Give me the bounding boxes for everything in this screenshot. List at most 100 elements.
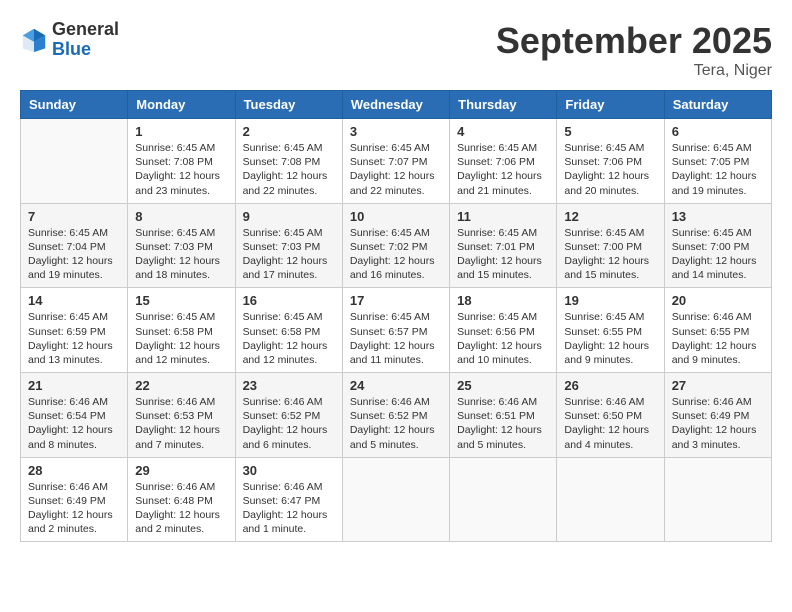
day-info: Sunrise: 6:45 AM Sunset: 7:05 PM Dayligh… (672, 141, 764, 198)
calendar-day-cell: 5 Sunrise: 6:45 AM Sunset: 7:06 PM Daylig… (557, 119, 664, 204)
day-number: 27 (672, 378, 764, 393)
day-info: Sunrise: 6:45 AM Sunset: 7:04 PM Dayligh… (28, 226, 120, 283)
calendar-week-row: 21 Sunrise: 6:46 AM Sunset: 6:54 PM Dayli… (21, 373, 772, 458)
day-info: Sunrise: 6:45 AM Sunset: 6:59 PM Dayligh… (28, 310, 120, 367)
day-info: Sunrise: 6:45 AM Sunset: 7:03 PM Dayligh… (243, 226, 335, 283)
calendar-day-cell: 9 Sunrise: 6:45 AM Sunset: 7:03 PM Daylig… (235, 203, 342, 288)
calendar-day-cell: 8 Sunrise: 6:45 AM Sunset: 7:03 PM Daylig… (128, 203, 235, 288)
day-number: 12 (564, 209, 656, 224)
day-info: Sunrise: 6:45 AM Sunset: 7:00 PM Dayligh… (564, 226, 656, 283)
day-number: 23 (243, 378, 335, 393)
calendar-day-cell: 21 Sunrise: 6:46 AM Sunset: 6:54 PM Dayli… (21, 373, 128, 458)
calendar-day-cell: 11 Sunrise: 6:45 AM Sunset: 7:01 PM Dayli… (450, 203, 557, 288)
day-info: Sunrise: 6:46 AM Sunset: 6:49 PM Dayligh… (672, 395, 764, 452)
calendar-day-cell: 16Sunrise: 6:45 AM Sunset: 6:58 PM Dayli… (235, 288, 342, 373)
day-number: 29 (135, 463, 227, 478)
logo-text: General Blue (52, 20, 119, 60)
calendar-day-cell: 14Sunrise: 6:45 AM Sunset: 6:59 PM Dayli… (21, 288, 128, 373)
day-info: Sunrise: 6:46 AM Sunset: 6:54 PM Dayligh… (28, 395, 120, 452)
calendar-day-cell: 3Sunrise: 6:45 AM Sunset: 7:07 PM Daylig… (342, 119, 449, 204)
calendar-day-cell: 26Sunrise: 6:46 AM Sunset: 6:50 PM Dayli… (557, 373, 664, 458)
day-info: Sunrise: 6:45 AM Sunset: 6:57 PM Dayligh… (350, 310, 442, 367)
day-info: Sunrise: 6:46 AM Sunset: 6:53 PM Dayligh… (135, 395, 227, 452)
calendar-week-row: 14Sunrise: 6:45 AM Sunset: 6:59 PM Dayli… (21, 288, 772, 373)
calendar-day-cell: 7 Sunrise: 6:45 AM Sunset: 7:04 PM Daylig… (21, 203, 128, 288)
day-info: Sunrise: 6:45 AM Sunset: 7:08 PM Dayligh… (135, 141, 227, 198)
day-number: 15 (135, 293, 227, 308)
logo: General Blue (20, 20, 119, 60)
day-info: Sunrise: 6:46 AM Sunset: 6:52 PM Dayligh… (243, 395, 335, 452)
day-info: Sunrise: 6:46 AM Sunset: 6:52 PM Dayligh… (350, 395, 442, 452)
day-info: Sunrise: 6:46 AM Sunset: 6:51 PM Dayligh… (457, 395, 549, 452)
day-number: 17 (350, 293, 442, 308)
day-info: Sunrise: 6:45 AM Sunset: 6:55 PM Dayligh… (564, 310, 656, 367)
logo-general: General (52, 20, 119, 40)
day-number: 8 (135, 209, 227, 224)
calendar-day-cell: 12 Sunrise: 6:45 AM Sunset: 7:00 PM Dayli… (557, 203, 664, 288)
day-of-week-header: Thursday (450, 91, 557, 119)
day-number: 18 (457, 293, 549, 308)
day-number: 24 (350, 378, 442, 393)
day-info: Sunrise: 6:45 AM Sunset: 7:00 PM Dayligh… (672, 226, 764, 283)
page-header: General Blue September 2025 Tera, Niger (20, 20, 772, 80)
calendar-day-cell: 4 Sunrise: 6:45 AM Sunset: 7:06 PM Daylig… (450, 119, 557, 204)
day-of-week-header: Friday (557, 91, 664, 119)
location-title: Tera, Niger (496, 62, 772, 80)
day-info: Sunrise: 6:45 AM Sunset: 7:06 PM Dayligh… (457, 141, 549, 198)
day-of-week-header: Sunday (21, 91, 128, 119)
calendar-day-cell: 1Sunrise: 6:45 AM Sunset: 7:08 PM Daylig… (128, 119, 235, 204)
month-title: September 2025 (496, 20, 772, 62)
calendar-day-cell: 23 Sunrise: 6:46 AM Sunset: 6:52 PM Dayli… (235, 373, 342, 458)
day-info: Sunrise: 6:46 AM Sunset: 6:49 PM Dayligh… (28, 480, 120, 537)
day-info: Sunrise: 6:45 AM Sunset: 7:01 PM Dayligh… (457, 226, 549, 283)
day-number: 22 (135, 378, 227, 393)
calendar-day-cell: 10Sunrise: 6:45 AM Sunset: 7:02 PM Dayli… (342, 203, 449, 288)
calendar-header-row: SundayMondayTuesdayWednesdayThursdayFrid… (21, 91, 772, 119)
calendar-week-row: 7 Sunrise: 6:45 AM Sunset: 7:04 PM Daylig… (21, 203, 772, 288)
calendar-day-cell: 25 Sunrise: 6:46 AM Sunset: 6:51 PM Dayli… (450, 373, 557, 458)
day-info: Sunrise: 6:46 AM Sunset: 6:47 PM Dayligh… (243, 480, 335, 537)
day-info: Sunrise: 6:45 AM Sunset: 7:08 PM Dayligh… (243, 141, 335, 198)
calendar-day-cell (557, 457, 664, 542)
calendar-day-cell: 30Sunrise: 6:46 AM Sunset: 6:47 PM Dayli… (235, 457, 342, 542)
calendar-day-cell: 18 Sunrise: 6:45 AM Sunset: 6:56 PM Dayli… (450, 288, 557, 373)
day-info: Sunrise: 6:45 AM Sunset: 6:58 PM Dayligh… (135, 310, 227, 367)
day-info: Sunrise: 6:45 AM Sunset: 6:56 PM Dayligh… (457, 310, 549, 367)
day-number: 2 (243, 124, 335, 139)
calendar-day-cell (664, 457, 771, 542)
day-number: 11 (457, 209, 549, 224)
day-info: Sunrise: 6:45 AM Sunset: 7:06 PM Dayligh… (564, 141, 656, 198)
calendar-day-cell: 27 Sunrise: 6:46 AM Sunset: 6:49 PM Dayli… (664, 373, 771, 458)
title-area: September 2025 Tera, Niger (496, 20, 772, 80)
calendar-day-cell (450, 457, 557, 542)
day-of-week-header: Wednesday (342, 91, 449, 119)
day-number: 21 (28, 378, 120, 393)
day-number: 16 (243, 293, 335, 308)
calendar-day-cell: 29Sunrise: 6:46 AM Sunset: 6:48 PM Dayli… (128, 457, 235, 542)
calendar-day-cell: 17 Sunrise: 6:45 AM Sunset: 6:57 PM Dayli… (342, 288, 449, 373)
day-number: 4 (457, 124, 549, 139)
calendar-day-cell: 20 Sunrise: 6:46 AM Sunset: 6:55 PM Dayli… (664, 288, 771, 373)
calendar-table: SundayMondayTuesdayWednesdayThursdayFrid… (20, 90, 772, 542)
day-number: 25 (457, 378, 549, 393)
day-info: Sunrise: 6:45 AM Sunset: 7:03 PM Dayligh… (135, 226, 227, 283)
calendar-day-cell: 2 Sunrise: 6:45 AM Sunset: 7:08 PM Daylig… (235, 119, 342, 204)
calendar-week-row: 28Sunrise: 6:46 AM Sunset: 6:49 PM Dayli… (21, 457, 772, 542)
day-info: Sunrise: 6:46 AM Sunset: 6:55 PM Dayligh… (672, 310, 764, 367)
calendar-day-cell: 28Sunrise: 6:46 AM Sunset: 6:49 PM Dayli… (21, 457, 128, 542)
day-number: 7 (28, 209, 120, 224)
day-number: 20 (672, 293, 764, 308)
day-number: 3 (350, 124, 442, 139)
day-number: 9 (243, 209, 335, 224)
logo-icon (20, 26, 48, 54)
calendar-day-cell (342, 457, 449, 542)
day-info: Sunrise: 6:45 AM Sunset: 7:02 PM Dayligh… (350, 226, 442, 283)
day-number: 5 (564, 124, 656, 139)
day-of-week-header: Monday (128, 91, 235, 119)
calendar-day-cell: 13Sunrise: 6:45 AM Sunset: 7:00 PM Dayli… (664, 203, 771, 288)
calendar-day-cell: 15 Sunrise: 6:45 AM Sunset: 6:58 PM Dayli… (128, 288, 235, 373)
day-info: Sunrise: 6:46 AM Sunset: 6:50 PM Dayligh… (564, 395, 656, 452)
day-number: 19 (564, 293, 656, 308)
day-of-week-header: Tuesday (235, 91, 342, 119)
calendar-week-row: 1Sunrise: 6:45 AM Sunset: 7:08 PM Daylig… (21, 119, 772, 204)
